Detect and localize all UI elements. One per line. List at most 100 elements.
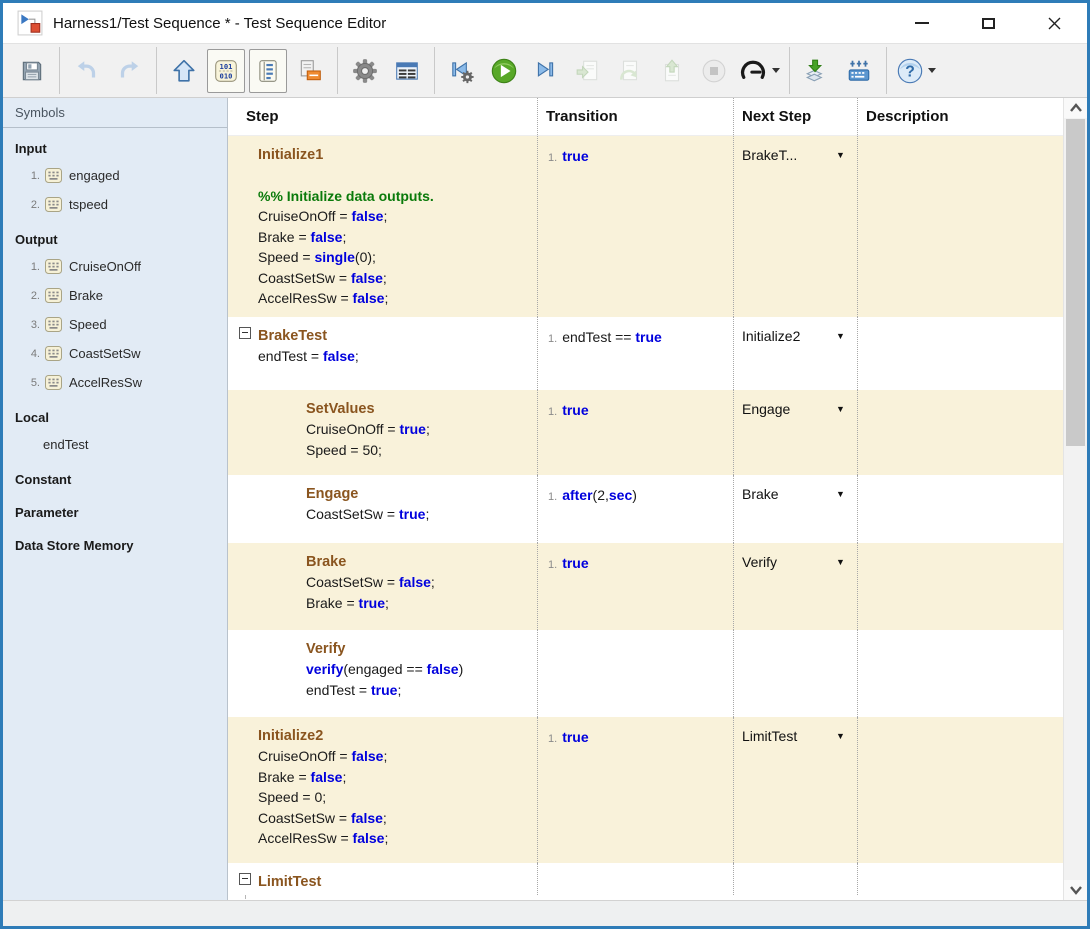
sidebar-item-AccelResSw[interactable]: 5. AccelResSw — [3, 368, 227, 397]
step-code-line: Brake = false; — [228, 767, 533, 788]
simulation-pacing-button[interactable] — [737, 49, 781, 93]
undo-button — [68, 49, 106, 93]
collapse-expander[interactable] — [239, 873, 251, 885]
step-back-button[interactable] — [443, 49, 481, 93]
scroll-up-button[interactable] — [1064, 98, 1087, 118]
description-cell[interactable] — [857, 543, 1053, 630]
next-step-cell[interactable]: BrakeT... ▼ — [733, 136, 857, 317]
description-cell[interactable] — [857, 717, 1053, 863]
transition-cell[interactable] — [537, 863, 733, 895]
simulation-pacing-dropdown-caret[interactable] — [772, 68, 780, 73]
settings-button[interactable] — [346, 49, 384, 93]
sidebar-item-endTest[interactable]: endTest — [3, 430, 227, 459]
sidebar-section-label: Data Store Memory — [15, 538, 134, 553]
step-in-button — [569, 49, 607, 93]
step-cell[interactable]: Engage CoastSetSw = true; — [228, 475, 537, 543]
next-step-cell[interactable]: LimitTest ▼ — [733, 717, 857, 863]
sidebar-section-label: Parameter — [15, 505, 79, 520]
transition-cell[interactable]: 1. true — [537, 717, 733, 863]
scrollbar-thumb[interactable] — [1066, 119, 1085, 446]
next-step-cell[interactable]: Initialize2 ▼ — [733, 317, 857, 390]
transition-cell[interactable]: 1. endTest == true — [537, 317, 733, 390]
next-step-dropdown-arrow[interactable]: ▼ — [836, 557, 845, 567]
transition-cell[interactable] — [537, 630, 733, 717]
step-row-Verify[interactable]: Verify verify(engaged == false) endTest = … — [228, 630, 1063, 717]
close-button[interactable] — [1045, 14, 1063, 32]
sidebar-item-CruiseOnOff[interactable]: 1. CruiseOnOff — [3, 252, 227, 281]
next-step-dropdown-arrow[interactable]: ▼ — [836, 150, 845, 160]
transition-cell[interactable]: 1. after(2,sec) — [537, 475, 733, 543]
step-code-line: AccelResSw = false; — [228, 828, 533, 849]
step-cell[interactable]: BrakeTest endTest = false; — [228, 317, 537, 390]
transition-cell[interactable]: 1. true — [537, 136, 733, 317]
sidebar-item-CoastSetSw[interactable]: 4. CoastSetSw — [3, 339, 227, 368]
step-row-SetValues[interactable]: SetValues CruiseOnOff = true; Speed = 50; 1… — [228, 390, 1063, 475]
code-token: false — [351, 748, 384, 764]
sidebar-item-tspeed[interactable]: 2. tspeed — [3, 190, 227, 219]
run-button[interactable] — [485, 49, 523, 93]
next-step-cell[interactable] — [733, 630, 857, 717]
next-step-dropdown-arrow[interactable]: ▼ — [836, 331, 845, 341]
next-step-cell[interactable]: Verify ▼ — [733, 543, 857, 630]
toolbar-separator — [886, 47, 887, 94]
next-step-dropdown-arrow[interactable]: ▼ — [836, 731, 845, 741]
next-step-label: Brake — [742, 486, 779, 502]
close-icon — [1048, 17, 1060, 29]
description-cell[interactable] — [857, 136, 1053, 317]
description-pane-toggle-button[interactable] — [249, 48, 287, 93]
transition-cell[interactable]: 1. true — [537, 543, 733, 630]
code-token: ; — [382, 809, 387, 826]
description-cell[interactable] — [857, 390, 1053, 475]
step-name: BrakeTest — [258, 328, 328, 344]
sidebar-item-Brake[interactable]: 2. Brake — [3, 281, 227, 310]
code-token: true — [371, 681, 398, 698]
go-to-parent-button[interactable] — [165, 49, 203, 93]
maximize-button[interactable] — [979, 14, 997, 32]
code-token: endTest = — [258, 348, 323, 364]
description-cell[interactable] — [857, 475, 1053, 543]
step-row-Engage[interactable]: Engage CoastSetSw = true; 1. after(2,sec) Br… — [228, 475, 1063, 543]
description-cell[interactable] — [857, 630, 1053, 717]
description-cell[interactable] — [857, 863, 1053, 895]
step-row-Initialize2[interactable]: Initialize2 CruiseOnOff = false; Brake = f… — [228, 717, 1063, 863]
step-cell[interactable]: Verify verify(engaged == false) endTest = … — [228, 630, 537, 717]
vertical-scrollbar[interactable] — [1063, 98, 1087, 900]
step-row-BrakeTest[interactable]: BrakeTest endTest = false; 1. endTest == tr… — [228, 317, 1063, 390]
sidebar-item-number: 2. — [30, 198, 40, 211]
sidebar-item-engaged[interactable]: 1. engaged — [3, 161, 227, 190]
next-step-cell[interactable]: Brake ▼ — [733, 475, 857, 543]
step-row-Brake[interactable]: Brake CoastSetSw = false; Brake = true; 1. t… — [228, 543, 1063, 630]
next-step-dropdown-arrow[interactable]: ▼ — [836, 489, 845, 499]
data-symbol-icon — [45, 259, 62, 274]
help-dropdown-caret[interactable] — [928, 68, 936, 73]
step-code-line: CoastSetSw = false; — [228, 572, 533, 593]
collapse-expander[interactable] — [239, 327, 251, 339]
add-symbol-button[interactable] — [840, 49, 878, 93]
next-step-cell[interactable]: Engage ▼ — [733, 390, 857, 475]
settings-icon — [352, 58, 378, 84]
step-in-icon — [575, 58, 601, 84]
code-token: CruiseOnOff = — [306, 421, 400, 437]
description-cell[interactable] — [857, 317, 1053, 390]
scroll-down-button[interactable] — [1064, 880, 1087, 900]
save-button[interactable] — [13, 49, 51, 93]
next-step-dropdown-arrow[interactable]: ▼ — [836, 404, 845, 414]
step-row-Initialize1[interactable]: Initialize1 %% Initialize data outputs. C… — [228, 136, 1063, 317]
sidebar-item-label: tspeed — [69, 197, 109, 212]
requirements-button[interactable] — [291, 49, 329, 93]
symbols-pane-toggle-button[interactable]: 101 010 — [207, 48, 245, 93]
step-row-LimitTest[interactable]: LimitTest — [228, 863, 1063, 895]
step-forward-button[interactable] — [527, 49, 565, 93]
step-cell[interactable]: Initialize1 %% Initialize data outputs. C… — [228, 136, 537, 317]
step-cell[interactable]: Brake CoastSetSw = false; Brake = true; — [228, 543, 537, 630]
next-step-cell[interactable] — [733, 863, 857, 895]
minimize-button[interactable] — [913, 14, 931, 32]
transition-cell[interactable]: 1. true — [537, 390, 733, 475]
step-cell[interactable]: SetValues CruiseOnOff = true; Speed = 50; — [228, 390, 537, 475]
step-cell[interactable]: Initialize2 CruiseOnOff = false; Brake = f… — [228, 717, 537, 863]
table-format-button[interactable] — [388, 49, 426, 93]
step-cell[interactable]: LimitTest — [228, 863, 537, 895]
sidebar-item-Speed[interactable]: 3. Speed — [3, 310, 227, 339]
add-iteration-button[interactable] — [798, 49, 836, 93]
help-button[interactable]: ? — [895, 49, 937, 93]
